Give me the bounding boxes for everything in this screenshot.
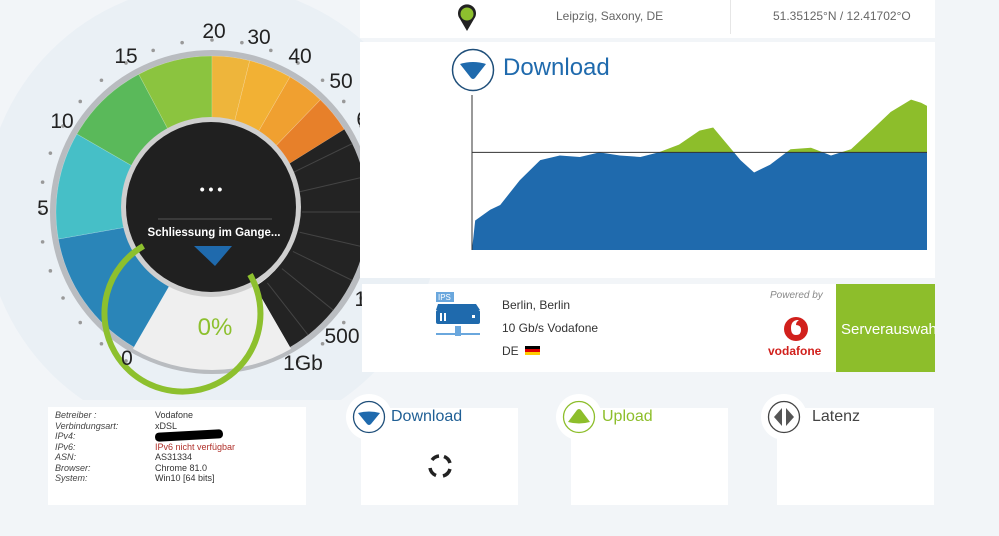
upload-small-icon — [562, 400, 596, 434]
gauge-percent: 0% — [198, 314, 233, 341]
download-icon — [451, 48, 495, 92]
gauge-label: 0 — [121, 347, 133, 370]
info-key: IPv4: — [55, 431, 76, 441]
server-select-button[interactable]: Serverauswahl — [836, 284, 935, 372]
gauge-label: 500 — [324, 325, 359, 348]
gauge-label: 5 — [37, 197, 49, 220]
info-key: Verbindungsart: — [55, 420, 119, 431]
info-value: Chrome 81.0 — [155, 462, 208, 473]
gauge-label: 30 — [247, 26, 270, 49]
gauge-tick-dot — [99, 78, 104, 83]
info-row: Browser: Chrome 81.0 — [55, 463, 299, 474]
info-row: IPv4: — [55, 429, 299, 442]
info-row: Verbindungsart: xDSL — [55, 421, 299, 432]
info-value: Win10 [64 bits] — [155, 473, 215, 483]
info-key: Browser: — [55, 462, 91, 473]
redacted-ip — [154, 429, 224, 442]
chart-area-below — [472, 152, 927, 250]
download-small-icon — [352, 400, 386, 434]
info-value: xDSL — [155, 420, 178, 431]
gauge-tick-dot — [99, 341, 104, 346]
gauge-label: 10 — [50, 110, 73, 133]
loading-spinner-icon — [428, 454, 452, 478]
gauge-tick-dot — [240, 40, 244, 45]
gauge-tick-dot — [78, 99, 83, 104]
server-country: DE — [502, 344, 519, 358]
location-city: Leipzig, Saxony, DE — [556, 9, 664, 23]
info-row: ASN: AS31334 — [55, 452, 299, 463]
gauge-label: 20 — [202, 20, 225, 43]
gauge-tick-dot — [269, 48, 273, 53]
info-key: ASN: — [55, 452, 77, 462]
info-value: IPv6 nicht verfügbar — [155, 441, 236, 452]
gauge-tick-dot — [48, 269, 53, 273]
server-city: Berlin, Berlin — [502, 298, 571, 312]
server-card — [362, 284, 836, 372]
gauge-dots: • • • — [200, 181, 223, 197]
gauge-tick-dot — [341, 99, 346, 104]
vodafone-brand: vodafone — [768, 344, 822, 358]
gauge-tick-dot — [341, 320, 346, 325]
latency-result-title: Latenz — [812, 408, 861, 425]
gauge-tick-dot — [320, 78, 325, 83]
info-key: System: — [55, 473, 88, 483]
gauge-label: 1Gb — [283, 352, 323, 375]
gauge-label: 15 — [114, 45, 137, 68]
info-row: Betreiber : Vodafone — [55, 410, 299, 421]
gauge-tick-dot — [180, 40, 184, 45]
info-value: AS31334 — [155, 452, 193, 462]
ips-badge: IPS — [438, 293, 451, 302]
server-icon: IPS — [436, 292, 480, 336]
gauge-label: 40 — [288, 45, 311, 68]
gauge-label: 50 — [329, 70, 352, 93]
powered-by-label: Powered by — [770, 290, 823, 301]
latency-small-icon — [767, 400, 801, 434]
gauge-tick-dot — [48, 151, 53, 155]
info-key: IPv6: — [55, 441, 76, 452]
germany-flag-icon — [525, 346, 540, 355]
server-provider: 10 Gb/s Vodafone — [502, 321, 599, 335]
info-row: IPv6: IPv6 nicht verfügbar — [55, 442, 299, 453]
download-result-title: Download — [391, 408, 463, 425]
gauge-tick-dot — [40, 180, 45, 184]
location-coordinates: 51.35125°N / 12.41702°O — [773, 9, 911, 23]
download-title: Download — [503, 54, 610, 81]
divider — [730, 0, 731, 34]
gauge-status-text: Schliessung im Gange... — [148, 227, 281, 239]
gauge-tick-dot — [78, 320, 83, 325]
info-row: System: Win10 [64 bits] — [55, 473, 299, 484]
connection-info-panel: Betreiber : Vodafone Verbindungsart: xDSL IP… — [48, 407, 306, 505]
vodafone-logo-icon — [784, 317, 808, 341]
gauge-tick-dot — [61, 296, 65, 300]
gauge-tick-dot — [151, 48, 155, 53]
download-chart — [471, 95, 927, 250]
upload-result-title: Upload — [602, 408, 653, 425]
info-key: Betreiber : — [55, 410, 97, 420]
gauge-tick-dot — [40, 240, 45, 244]
location-pin-icon — [458, 4, 476, 32]
info-value: Vodafone — [155, 410, 194, 420]
gauge-center — [126, 122, 296, 292]
